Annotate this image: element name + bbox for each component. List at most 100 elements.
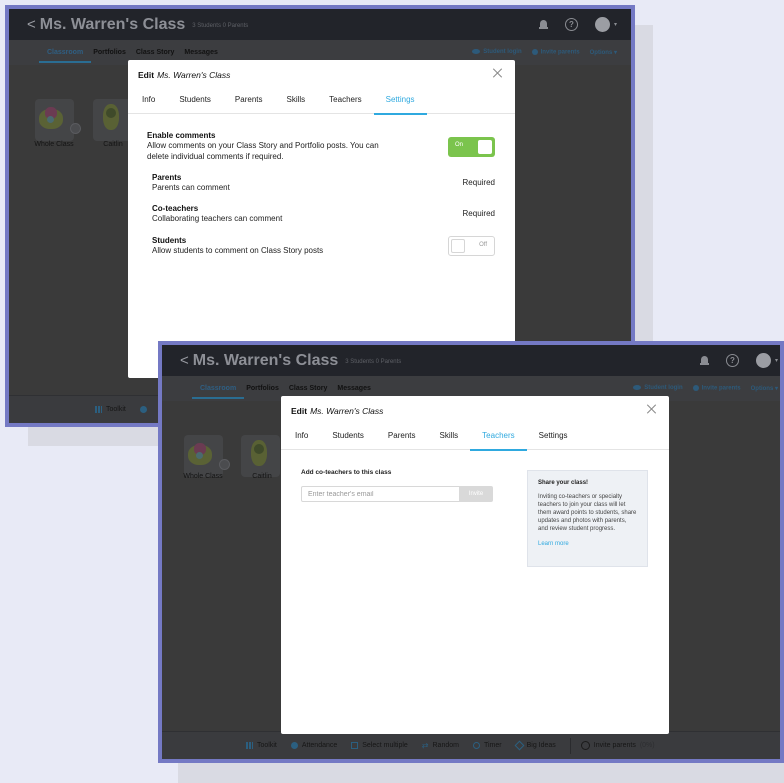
monster-avatar-icon (188, 443, 212, 467)
tab-info[interactable]: Info (130, 89, 167, 114)
tab-teachers[interactable]: Teachers (317, 89, 373, 114)
attendance-button[interactable] (139, 406, 147, 413)
invite-parents-label: Invite parents (701, 385, 741, 392)
modal-class-name: Ms. Warren's Class (310, 405, 384, 416)
invite-parents-icon (580, 741, 590, 750)
invite-button[interactable]: Invite (459, 486, 493, 502)
help-icon[interactable]: ? (725, 354, 739, 367)
options-menu[interactable]: Options ▾ (751, 385, 778, 392)
edit-label: Edit (138, 69, 155, 80)
account-menu[interactable]: ▾ (594, 17, 617, 32)
coteachers-title: Co-teachers (152, 204, 199, 213)
students-title: Students (152, 236, 187, 245)
toggle-label: On (455, 142, 464, 148)
coteachers-status: Required (462, 209, 495, 218)
toggle-knob (451, 239, 465, 253)
count-badge (219, 459, 230, 470)
invite-parents-link[interactable]: Invite parents (692, 385, 741, 392)
back-icon[interactable]: < (180, 352, 189, 369)
toolkit-button[interactable]: Toolkit (95, 406, 126, 413)
account-menu[interactable]: ▾ (755, 353, 778, 368)
parents-setting: Parents Parents can comment (152, 173, 230, 193)
grid-icon (95, 406, 102, 413)
options-menu[interactable]: Options ▾ (590, 49, 617, 56)
edit-label: Edit (291, 405, 308, 416)
top-icons: ? ▾ (538, 9, 617, 40)
tab-students[interactable]: Students (320, 425, 376, 450)
modal-class-name: Ms. Warren's Class (157, 69, 231, 80)
close-icon[interactable] (647, 404, 657, 414)
tab-classroom[interactable]: Classroom (38, 40, 92, 65)
top-icons: ? ▾ (699, 345, 778, 376)
enable-comments-toggle[interactable]: On (448, 137, 495, 157)
share-class-panel: Share your class! Inviting co-teachers o… (527, 470, 648, 567)
eye-icon (633, 385, 642, 391)
toolkit-label: Toolkit (106, 406, 126, 413)
bell-icon[interactable] (699, 355, 709, 366)
monster-avatar-icon (39, 107, 63, 131)
chevron-down-icon: ▾ (613, 22, 617, 28)
students-comment-toggle[interactable]: Off (448, 236, 495, 256)
teacher-email-input[interactable] (301, 486, 461, 502)
parents-icon (531, 49, 538, 56)
random-button[interactable]: ⇄ Random (422, 741, 459, 750)
big-ideas-label: Big Ideas (526, 742, 556, 749)
edit-class-modal: Edit Ms. Warren's Class Info Students Pa… (281, 396, 669, 734)
invite-parents-link[interactable]: Invite parents (531, 49, 580, 56)
big-ideas-icon (514, 740, 525, 751)
tab-portfolios[interactable]: Portfolios (246, 376, 279, 401)
parents-title: Parents (152, 173, 182, 182)
grid-icon (246, 742, 253, 749)
timer-button[interactable]: Timer (472, 742, 502, 749)
student-login-label: Student login (644, 385, 683, 392)
help-icon[interactable]: ? (564, 18, 578, 31)
attendance-label: Attendance (301, 742, 338, 749)
front-screen: < Ms. Warren's Class 3 Students 0 Parent… (162, 345, 780, 759)
tile-label: Caitlin (103, 141, 123, 148)
back-icon[interactable]: < (27, 16, 36, 33)
chevron-down-icon: ▾ (774, 358, 778, 364)
tab-teachers[interactable]: Teachers (470, 425, 528, 451)
tab-students[interactable]: Students (167, 89, 223, 114)
invite-parents-label: Invite parents (593, 742, 636, 749)
select-multiple-button[interactable]: Select multiple (351, 742, 408, 749)
class-title: Ms. Warren's Class (192, 351, 339, 369)
tile-label: Caitlin (252, 473, 272, 480)
close-icon[interactable] (493, 68, 503, 78)
attendance-button[interactable]: Attendance (290, 742, 338, 749)
student-login-link[interactable]: Student login (472, 49, 522, 56)
tab-classroom[interactable]: Classroom (191, 376, 245, 401)
tile-label: Whole Class (34, 141, 74, 148)
invite-parents-button[interactable]: Invite parents (0%) (580, 741, 655, 750)
student-login-link[interactable]: Student login (633, 385, 683, 392)
toolkit-label: Toolkit (257, 742, 277, 749)
chevron-down-icon: ▾ (774, 386, 778, 392)
tab-parents[interactable]: Parents (376, 425, 428, 450)
select-multiple-label: Select multiple (362, 742, 408, 749)
tab-settings[interactable]: Settings (527, 425, 580, 450)
bottom-toolbar: Toolkit Attendance Select multiple ⇄ Rand… (162, 731, 780, 759)
modal-tabs: Info Students Parents Skills Teachers Se… (128, 89, 515, 115)
tab-settings[interactable]: Settings (373, 89, 427, 115)
learn-more-link[interactable]: Learn more (538, 541, 637, 547)
monster-avatar-icon (101, 102, 121, 132)
big-ideas-button[interactable]: Big Ideas (514, 740, 556, 751)
students-description: Allow students to comment on Class Story… (152, 246, 324, 255)
tab-skills[interactable]: Skills (428, 425, 471, 450)
avatar (594, 17, 610, 32)
toolkit-button[interactable]: Toolkit (246, 742, 277, 749)
tab-skills[interactable]: Skills (275, 89, 318, 114)
share-title: Share your class! (538, 480, 589, 486)
tab-parents[interactable]: Parents (223, 89, 275, 114)
invite-parents-label: Invite parents (540, 49, 580, 56)
tab-info[interactable]: Info (283, 425, 320, 450)
tile-label: Whole Class (183, 473, 223, 480)
edit-class-modal: Edit Ms. Warren's Class Info Students Pa… (128, 60, 515, 378)
tab-portfolios[interactable]: Portfolios (93, 40, 126, 65)
enable-comments-description: Allow comments on your Class Story and P… (147, 141, 379, 161)
bell-icon[interactable] (538, 19, 548, 30)
front-screenshot-frame: < Ms. Warren's Class 3 Students 0 Parent… (158, 341, 784, 763)
top-bar: < Ms. Warren's Class 3 Students 0 Parent… (162, 345, 780, 376)
shuffle-icon: ⇄ (421, 741, 429, 750)
attendance-icon (139, 406, 147, 413)
